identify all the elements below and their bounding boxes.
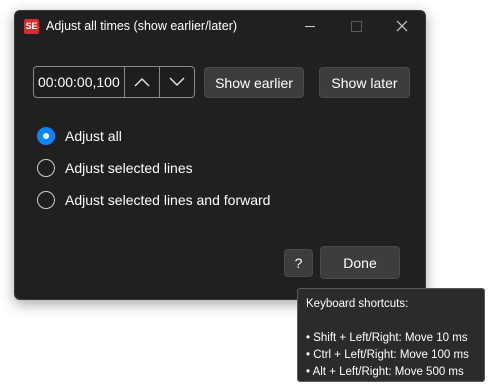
radio-label: Adjust selected lines and forward	[65, 192, 271, 208]
radio-label: Adjust all	[65, 128, 122, 144]
help-button[interactable]: ?	[284, 249, 313, 277]
app-icon: SE	[24, 19, 39, 34]
radio-adjust-selected-and-forward[interactable]: Adjust selected lines and forward	[37, 189, 270, 211]
time-adjust-input[interactable]: 00:00:00,100	[34, 67, 125, 97]
keyboard-shortcuts-tooltip: Keyboard shortcuts: • Shift + Left/Right…	[297, 288, 485, 382]
show-earlier-button[interactable]: Show earlier	[204, 67, 304, 98]
title-bar[interactable]: SE Adjust all times (show earlier/later)	[15, 11, 425, 41]
radio-adjust-selected-lines[interactable]: Adjust selected lines	[37, 157, 193, 179]
minimize-button[interactable]	[287, 11, 333, 41]
radio-button[interactable]	[37, 191, 55, 209]
radio-adjust-all[interactable]: Adjust all	[37, 125, 122, 147]
window-title: Adjust all times (show earlier/later)	[46, 19, 238, 33]
tooltip-line: • Alt + Left/Right: Move 500 ms	[306, 366, 464, 378]
dialog-window: SE Adjust all times (show earlier/later)…	[14, 10, 426, 300]
close-button[interactable]	[379, 11, 425, 41]
tooltip-line: • Shift + Left/Right: Move 10 ms	[306, 332, 468, 344]
minimize-icon	[305, 25, 315, 27]
tooltip-line: • Ctrl + Left/Right: Move 100 ms	[306, 349, 469, 361]
decrease-time-button[interactable]	[160, 67, 194, 97]
close-icon	[396, 20, 408, 32]
time-adjust-field: 00:00:00,100	[33, 66, 195, 98]
increase-time-button[interactable]	[125, 67, 160, 97]
done-button[interactable]: Done	[320, 246, 400, 279]
radio-button[interactable]	[37, 159, 55, 177]
maximize-icon	[350, 20, 362, 32]
show-later-button[interactable]: Show later	[319, 67, 410, 98]
tooltip-title: Keyboard shortcuts:	[306, 298, 409, 310]
radio-label: Adjust selected lines	[65, 160, 193, 176]
maximize-button	[333, 11, 379, 41]
chevron-down-icon	[169, 77, 185, 86]
radio-button-checked[interactable]	[37, 127, 55, 145]
chevron-up-icon	[134, 78, 150, 87]
